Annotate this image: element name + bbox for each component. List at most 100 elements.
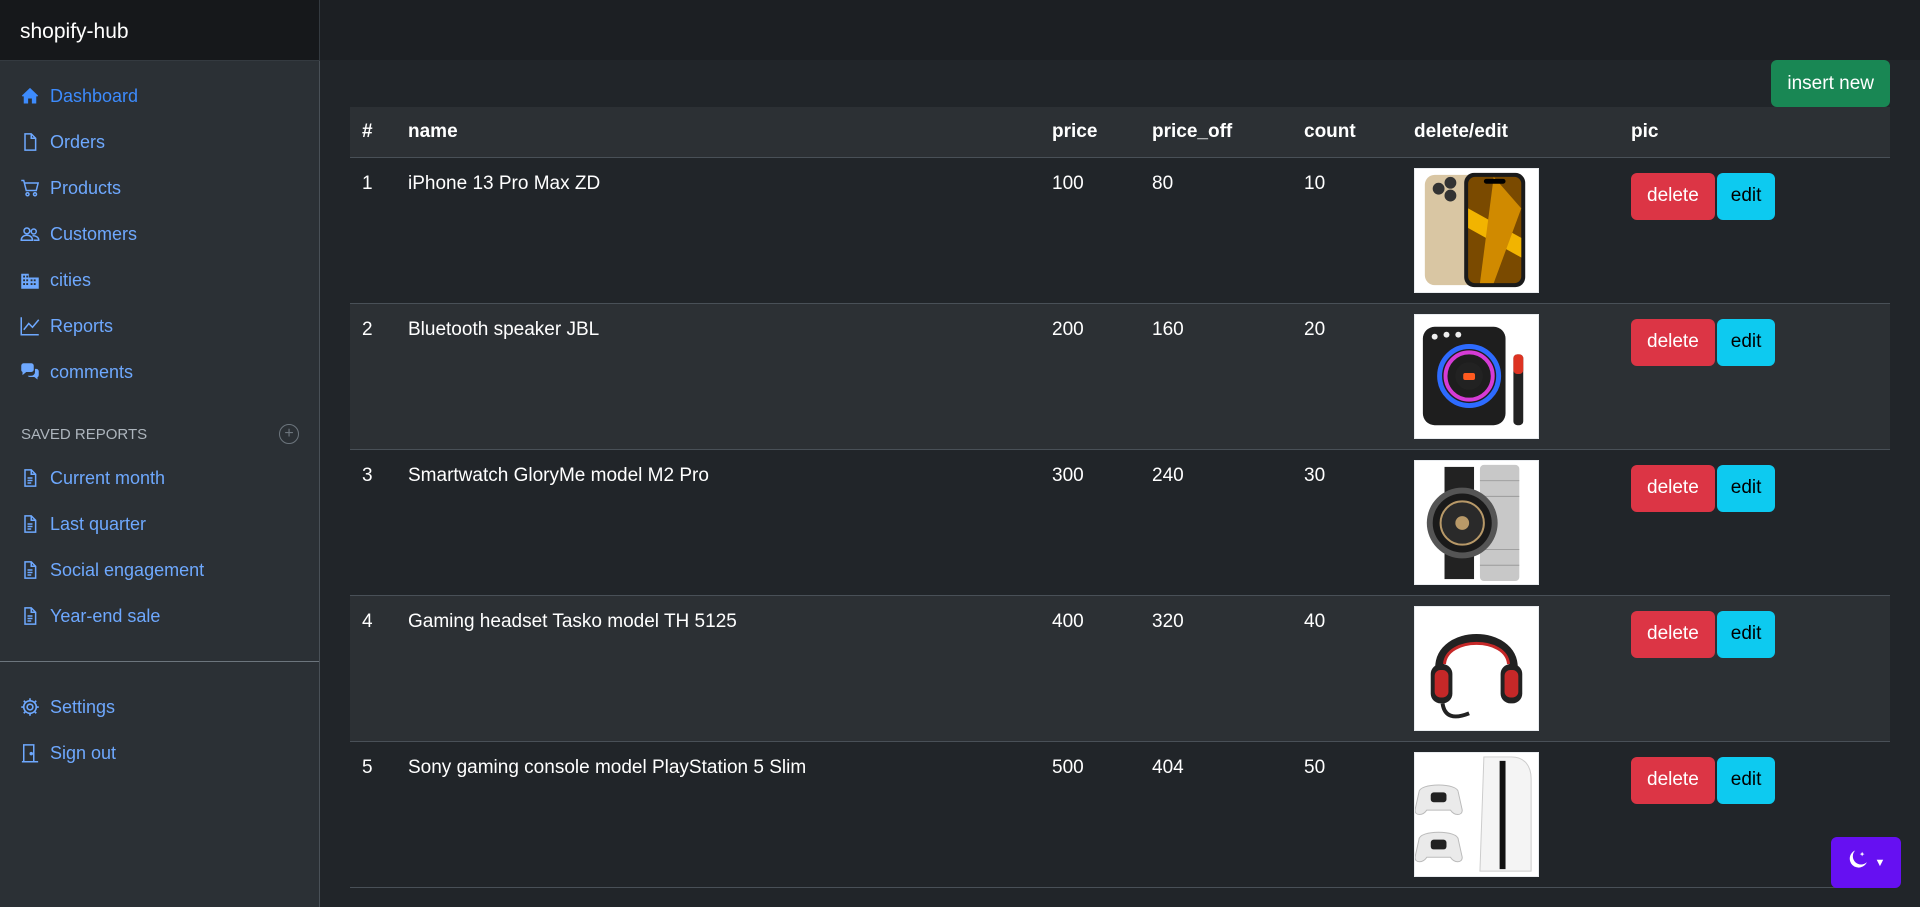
cell-actions: delete edit (1619, 595, 1890, 742)
sidebar-item-sign-out[interactable]: Sign out (0, 730, 319, 776)
cell-price-off: 240 (1140, 449, 1292, 596)
column-header-count: count (1292, 107, 1402, 158)
cell-price-off: 404 (1140, 741, 1292, 888)
cell-price: 300 (1040, 449, 1140, 596)
sidebar-item-label: Orders (50, 131, 106, 152)
edit-button[interactable]: edit (1716, 172, 1776, 220)
saved-reports-list: Current month Last quarter Social engage… (0, 455, 319, 639)
column-header-delete-edit: delete/edit (1402, 107, 1619, 158)
file-text-icon (20, 606, 40, 626)
door-icon (20, 743, 40, 763)
cell-id: 4 (350, 595, 396, 742)
sidebar-item-last-quarter[interactable]: Last quarter (0, 501, 319, 547)
cell-id: 5 (350, 741, 396, 888)
sidebar-item-year-end-sale[interactable]: Year-end sale (0, 593, 319, 639)
table-row: 4 Gaming headset Tasko model TH 5125 400… (350, 595, 1890, 742)
sidebar-item-comments[interactable]: comments (0, 349, 319, 395)
file-text-icon (20, 560, 40, 580)
table-row: 2 Bluetooth speaker JBL 200 160 20 delet… (350, 303, 1890, 450)
sidebar-item-dashboard[interactable]: Dashboard (0, 73, 319, 119)
products-table: # name price price_off count delete/edit… (350, 107, 1890, 888)
cell-name: Smartwatch GloryMe model M2 Pro (396, 449, 1040, 596)
product-image-watch (1414, 459, 1539, 585)
cell-price-off: 320 (1140, 595, 1292, 742)
sidebar-item-label: Products (50, 177, 122, 198)
cell-count: 20 (1292, 303, 1402, 450)
insert-new-button[interactable]: insert new (1771, 60, 1890, 107)
cell-price: 400 (1040, 595, 1140, 742)
cell-name: iPhone 13 Pro Max ZD (396, 157, 1040, 304)
cell-actions: delete edit (1619, 303, 1890, 450)
sidebar: Dashboard Orders Products Customers citi… (0, 61, 320, 907)
file-icon (20, 132, 40, 152)
edit-button[interactable]: edit (1716, 756, 1776, 804)
sidebar-item-label: Reports (50, 315, 114, 336)
sidebar-item-label: Current month (50, 467, 166, 488)
chat-icon (20, 362, 40, 382)
sidebar-item-label: Year-end sale (50, 605, 161, 626)
cell-pic (1402, 303, 1619, 450)
sidebar-item-reports[interactable]: Reports (0, 303, 319, 349)
sidebar-item-label: Sign out (50, 742, 117, 763)
sidebar-item-cities[interactable]: cities (0, 257, 319, 303)
cell-pic (1402, 449, 1619, 596)
sidebar-divider (0, 661, 319, 662)
cell-id: 1 (350, 157, 396, 304)
chevron-down-icon: ▼ (1874, 856, 1886, 869)
sidebar-item-orders[interactable]: Orders (0, 119, 319, 165)
moon-stars-icon (1847, 849, 1869, 876)
cell-name: Gaming headset Tasko model TH 5125 (396, 595, 1040, 742)
sidebar-item-label: Social engagement (50, 559, 205, 580)
saved-reports-title: Saved reports (21, 425, 148, 443)
sidebar-item-label: Settings (50, 696, 116, 717)
column-header-pic: pic (1619, 107, 1890, 158)
product-image-console (1414, 751, 1539, 877)
cart-icon (20, 178, 40, 198)
add-report-icon[interactable]: + (279, 424, 299, 444)
cell-actions: delete edit (1619, 157, 1890, 304)
delete-button[interactable]: delete (1631, 318, 1715, 366)
sidebar-item-label: Last quarter (50, 513, 147, 534)
column-header-price: price (1040, 107, 1140, 158)
theme-toggle-button[interactable]: ▼ (1831, 837, 1901, 888)
edit-button[interactable]: edit (1716, 464, 1776, 512)
people-icon (20, 224, 40, 244)
cell-name: Sony gaming console model PlayStation 5 … (396, 741, 1040, 888)
cell-price: 100 (1040, 157, 1140, 304)
column-header-id: # (350, 107, 396, 158)
sidebar-item-settings[interactable]: Settings (0, 684, 319, 730)
sidebar-item-label: Customers (50, 223, 138, 244)
sidebar-item-current-month[interactable]: Current month (0, 455, 319, 501)
cell-count: 50 (1292, 741, 1402, 888)
table-row: 3 Smartwatch GloryMe model M2 Pro 300 24… (350, 449, 1890, 596)
file-text-icon (20, 468, 40, 488)
sidebar-item-social-engagement[interactable]: Social engagement (0, 547, 319, 593)
delete-button[interactable]: delete (1631, 756, 1715, 804)
table-header-row: # name price price_off count delete/edit… (350, 107, 1890, 158)
cell-pic (1402, 741, 1619, 888)
edit-button[interactable]: edit (1716, 610, 1776, 658)
cell-price-off: 80 (1140, 157, 1292, 304)
sidebar-item-label: comments (50, 361, 134, 382)
product-image-phone (1414, 167, 1539, 293)
sidebar-nav: Dashboard Orders Products Customers citi… (0, 61, 319, 395)
brand-logo[interactable]: shopify-hub (0, 0, 320, 61)
cell-actions: delete edit (1619, 449, 1890, 596)
sidebar-bottom: Settings Sign out (0, 684, 319, 776)
table-row: 1 iPhone 13 Pro Max ZD 100 80 10 delete … (350, 157, 1890, 304)
delete-button[interactable]: delete (1631, 610, 1715, 658)
cell-count: 30 (1292, 449, 1402, 596)
column-header-name: name (396, 107, 1040, 158)
cell-name: Bluetooth speaker JBL (396, 303, 1040, 450)
sidebar-item-label: cities (50, 269, 92, 290)
sidebar-item-customers[interactable]: Customers (0, 211, 319, 257)
graph-icon (20, 316, 40, 336)
cell-price: 500 (1040, 741, 1140, 888)
delete-button[interactable]: delete (1631, 172, 1715, 220)
cell-id: 2 (350, 303, 396, 450)
delete-button[interactable]: delete (1631, 464, 1715, 512)
product-image-headset (1414, 605, 1539, 731)
edit-button[interactable]: edit (1716, 318, 1776, 366)
sidebar-item-products[interactable]: Products (0, 165, 319, 211)
table-row: 5 Sony gaming console model PlayStation … (350, 741, 1890, 888)
